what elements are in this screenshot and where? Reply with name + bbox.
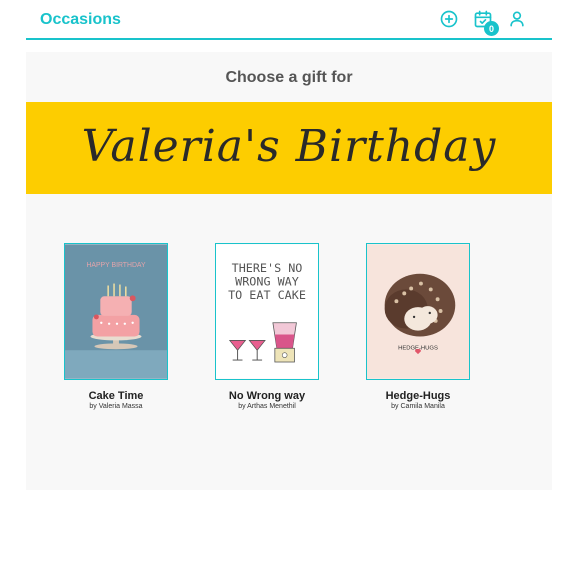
card-author: by Arthas Menethil [238, 403, 296, 410]
app: Occasions 0 Choose a gift for Valeria's … [0, 0, 573, 573]
card-cake-time[interactable]: HAPPY BIRTHDAY Cake Time by Valeria Mass… [64, 243, 168, 410]
card-thumbnail[interactable]: HAPPY BIRTHDAY [64, 243, 168, 380]
card-no-wrong-way[interactable]: THERE'S NO WRONG WAY TO EAT CAKE No Wron… [215, 243, 319, 410]
top-bar: Occasions 0 [26, 0, 552, 40]
cart-count-badge: 0 [484, 21, 499, 36]
occasion-banner: Valeria's Birthday [26, 102, 552, 194]
user-icon [510, 11, 524, 27]
card-title[interactable]: Cake Time [64, 390, 168, 402]
app-title[interactable]: Occasions [40, 11, 121, 29]
choose-heading: Choose a gift for [225, 69, 353, 86]
card-author: by Camila Manila [391, 403, 445, 410]
calendar-button[interactable]: 0 [472, 8, 499, 36]
card-thumbnail[interactable]: HEDGE-HUGS [366, 243, 470, 380]
card-image-line-1: THERE'S NO [232, 261, 303, 275]
card-image-line-3: TO EAT CAKE [228, 288, 306, 302]
add-circle-icon [440, 10, 458, 28]
blender-illustration: THERE'S NO WRONG WAY TO EAT CAKE [216, 244, 318, 379]
card-title[interactable]: No Wrong way [215, 390, 319, 402]
profile-button[interactable] [506, 8, 528, 30]
card-image-line-2: WRONG WAY [235, 275, 299, 289]
header-actions: 0 [438, 8, 528, 36]
card-image-text: HAPPY BIRTHDAY [86, 262, 146, 269]
card-hedge-hugs[interactable]: HEDGE-HUGS Hedge-Hugs by Camila Manila [366, 243, 470, 410]
hedgehog-illustration: HEDGE-HUGS [367, 244, 469, 379]
add-occasion-button[interactable] [438, 8, 460, 30]
card-title[interactable]: Hedge-Hugs [366, 390, 470, 402]
card-thumbnail[interactable]: THERE'S NO WRONG WAY TO EAT CAKE [215, 243, 319, 380]
occasion-title: Valeria's Birthday [81, 120, 497, 172]
gift-panel: Choose a gift for Valeria's Birthday HAP… [26, 52, 552, 490]
card-author: by Valeria Massa [89, 403, 143, 410]
card-list: HAPPY BIRTHDAY Cake Time by Valeria Mass… [26, 243, 552, 423]
cake-illustration: HAPPY BIRTHDAY [65, 244, 167, 379]
